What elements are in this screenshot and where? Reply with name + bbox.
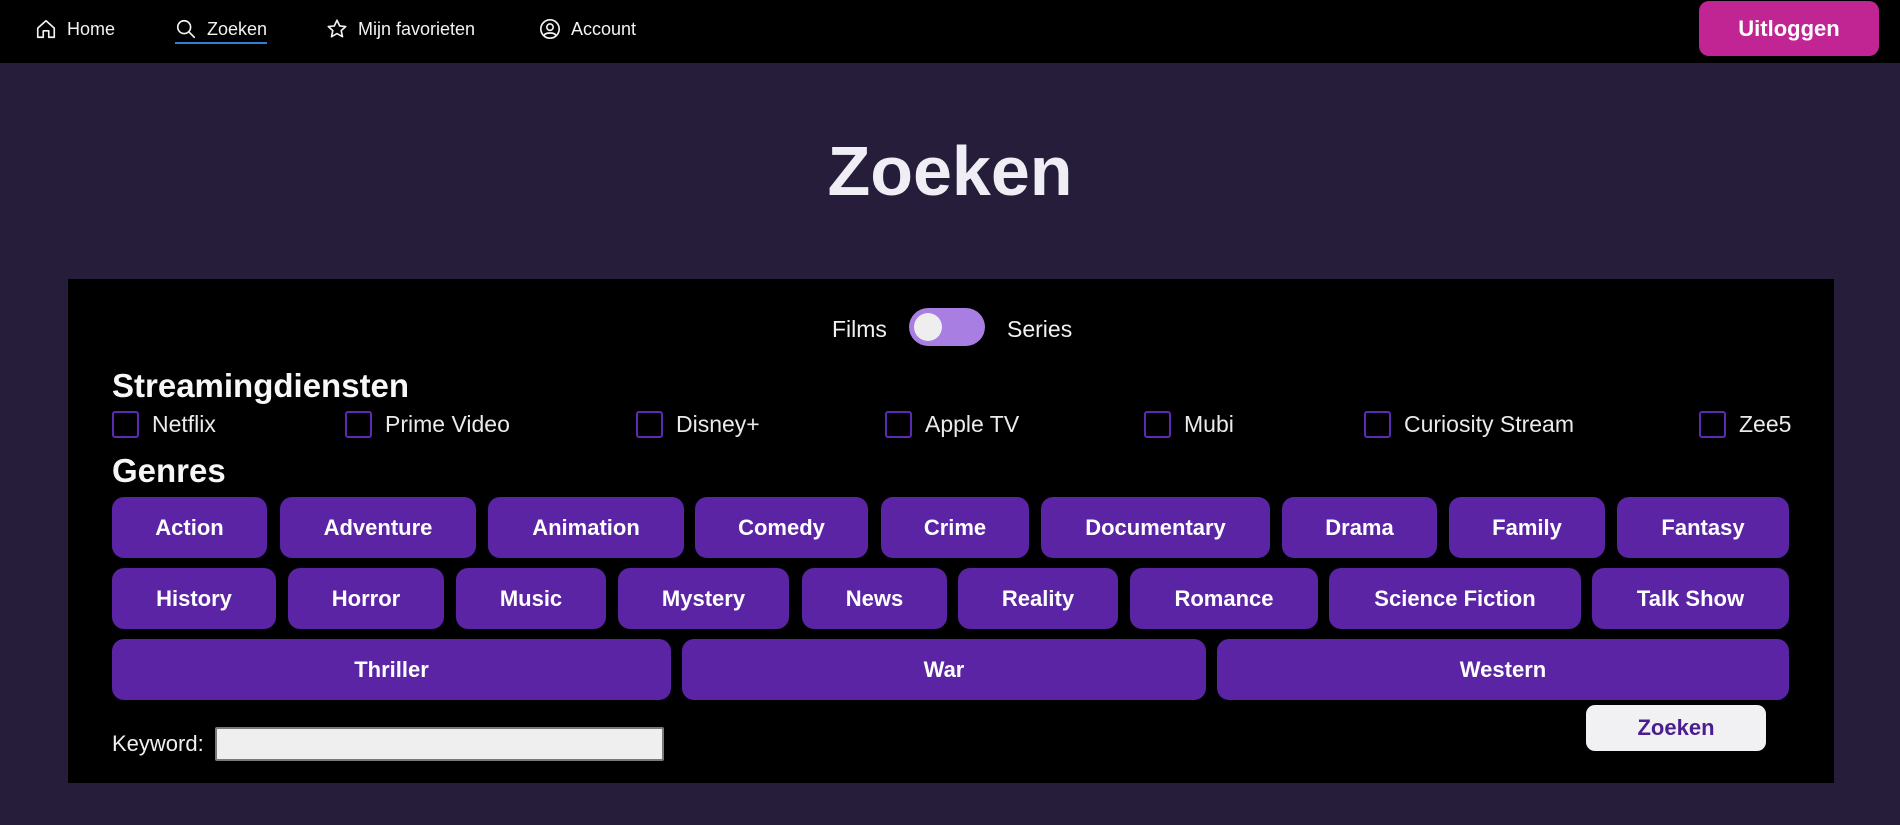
service-zee5[interactable]: Zee5 (1699, 409, 1791, 439)
genre-documentary[interactable]: Documentary (1041, 497, 1270, 558)
keyword-input[interactable] (215, 727, 664, 761)
nav-account-label: Account (571, 19, 637, 39)
service-label: Apple TV (925, 410, 1020, 437)
checkbox[interactable] (1699, 410, 1726, 438)
toggle-series-label: Series (1007, 316, 1073, 342)
nav-home-label: Home (67, 19, 116, 39)
genre-news[interactable]: News (802, 568, 947, 629)
service-label: Zee5 (1739, 410, 1792, 437)
nav-account[interactable]: Account (539, 14, 636, 44)
checkbox[interactable] (1364, 410, 1391, 438)
service-disney-plus[interactable]: Disney+ (636, 409, 760, 439)
genre-western[interactable]: Western (1217, 639, 1789, 700)
page-title: Zoeken (827, 132, 1073, 210)
nav-favorites[interactable]: Mijn favorieten (326, 14, 475, 44)
streaming-heading: Streamingdiensten (112, 367, 410, 404)
checkbox[interactable] (1144, 410, 1171, 438)
nav-favorites-label: Mijn favorieten (358, 19, 476, 39)
genre-reality[interactable]: Reality (958, 568, 1118, 629)
checkbox[interactable] (345, 410, 372, 438)
search-submit-button[interactable]: Zoeken (1586, 705, 1766, 751)
genre-science-fiction[interactable]: Science Fiction (1329, 568, 1581, 629)
genre-drama[interactable]: Drama (1282, 497, 1437, 558)
service-prime-video[interactable]: Prime Video (345, 409, 510, 439)
genre-thriller[interactable]: Thriller (112, 639, 671, 700)
genre-animation[interactable]: Animation (488, 497, 684, 558)
logout-button[interactable]: Uitloggen (1699, 1, 1879, 56)
checkbox[interactable] (112, 410, 139, 438)
top-navigation: Home Zoeken Mijn favorieten Account Uitl… (0, 0, 1900, 63)
account-icon (540, 19, 560, 39)
genres-heading: Genres (112, 452, 226, 489)
genre-adventure[interactable]: Adventure (280, 497, 476, 558)
nav-search-active-underline: Zoeken (175, 14, 268, 44)
nav-search[interactable]: Zoeken (175, 14, 268, 44)
checkbox[interactable] (636, 410, 663, 438)
media-type-toggle-row: Films Series (68, 308, 1834, 348)
genre-family[interactable]: Family (1449, 497, 1605, 558)
service-netflix[interactable]: Netflix (112, 409, 216, 439)
genre-horror[interactable]: Horror (288, 568, 444, 629)
genre-war[interactable]: War (682, 639, 1206, 700)
keyword-label: Keyword: (112, 731, 204, 756)
service-label: Curiosity Stream (1404, 410, 1574, 437)
switch-knob (914, 313, 942, 341)
search-panel: Films Series Streamingdiensten Netflix P… (68, 279, 1834, 783)
nav-home[interactable]: Home (35, 14, 115, 44)
toggle-films-label: Films (832, 316, 887, 342)
home-icon (36, 19, 56, 39)
genre-crime[interactable]: Crime (881, 497, 1029, 558)
checkbox[interactable] (885, 410, 912, 438)
service-apple-tv[interactable]: Apple TV (885, 409, 1019, 439)
star-icon (327, 19, 347, 38)
genre-history[interactable]: History (112, 568, 276, 629)
films-series-switch[interactable] (909, 308, 985, 346)
genre-comedy[interactable]: Comedy (695, 497, 868, 558)
nav-search-label: Zoeken (207, 19, 268, 39)
service-label: Mubi (1184, 410, 1234, 437)
genre-action[interactable]: Action (112, 497, 267, 558)
genre-fantasy[interactable]: Fantasy (1617, 497, 1789, 558)
search-icon (176, 19, 196, 39)
service-mubi[interactable]: Mubi (1144, 409, 1234, 439)
service-label: Disney+ (676, 410, 760, 437)
service-label: Prime Video (385, 410, 510, 437)
genre-romance[interactable]: Romance (1130, 568, 1318, 629)
service-label: Netflix (152, 410, 216, 437)
service-curiosity-stream[interactable]: Curiosity Stream (1364, 409, 1574, 439)
genre-talk-show[interactable]: Talk Show (1592, 568, 1789, 629)
genre-mystery[interactable]: Mystery (618, 568, 789, 629)
genre-music[interactable]: Music (456, 568, 606, 629)
